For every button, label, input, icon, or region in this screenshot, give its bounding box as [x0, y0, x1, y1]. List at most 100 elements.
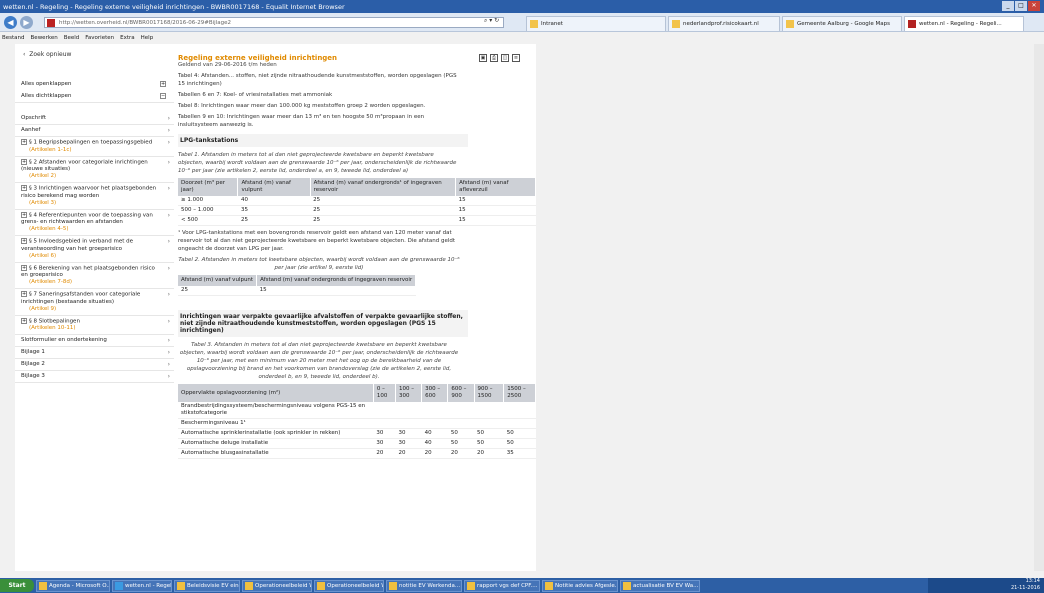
menu-help[interactable]: Help: [141, 35, 154, 41]
toc-item[interactable]: + § 4 Referentiepunten voor de toepassing…: [15, 210, 174, 236]
collapse-all-button[interactable]: Alles dichtklappen −: [15, 90, 174, 103]
taskbar-button[interactable]: Operationeelbeleid W...: [314, 579, 384, 592]
toc-item[interactable]: + § 7 Saneringsafstanden voor categoriale…: [15, 289, 174, 316]
table-cell: 40: [237, 196, 311, 206]
taskbar-button[interactable]: Agenda - Microsoft O...: [36, 579, 110, 592]
chevron-right-icon: ›: [167, 317, 170, 325]
plus-icon[interactable]: +: [21, 317, 27, 324]
table-cell: Automatische sprinklerinstallatie (ook s…: [178, 428, 374, 439]
table-cell: [395, 402, 422, 419]
tab-wetten[interactable]: wetten.nl - Regeling - Regeli...: [904, 16, 1024, 31]
expand-all-button[interactable]: Alles openklappen +: [15, 78, 174, 90]
download-icon[interactable]: ▣: [479, 54, 487, 62]
toc-item-articles[interactable]: (Artikelen 10-11): [21, 325, 160, 332]
forward-arrow-icon[interactable]: ▶: [20, 16, 33, 29]
toc-item[interactable]: + § 3 Inrichtingen waarvoor het plaatsgeb…: [15, 183, 174, 210]
table-cell: 25: [237, 215, 311, 226]
table-header-cell: 600 –900: [447, 384, 475, 402]
taskbar-button[interactable]: wetten.nl - Regelin...: [112, 579, 172, 592]
back-arrow-icon[interactable]: ◀: [4, 16, 17, 29]
window-controls: _ □ ✕: [1002, 1, 1040, 11]
toc-item-articles[interactable]: (Artikelen 4-5): [21, 226, 160, 233]
address-actions[interactable]: ⌕ ▾ ↻: [484, 17, 499, 25]
table-cell: 15: [455, 205, 536, 216]
plus-icon[interactable]: +: [21, 264, 27, 271]
close-button[interactable]: ✕: [1028, 1, 1040, 11]
plus-icon[interactable]: +: [21, 238, 27, 244]
plus-icon[interactable]: +: [21, 211, 27, 218]
toc-item[interactable]: Bijlage 3 ›: [15, 371, 174, 383]
back-label: Zoek opnieuw: [29, 51, 72, 58]
toc-item[interactable]: Bijlage 1 ›: [15, 347, 174, 359]
menu-bestand[interactable]: Bestand: [2, 35, 25, 41]
table-row: Automatische deluge installatie 30 30 40 50 5…: [178, 438, 536, 449]
document-tools: ▣ ⎙ ◫ ≡: [479, 54, 520, 62]
toc-item-articles[interactable]: (Artikel 2): [21, 173, 160, 180]
expand-all-label: Alles openklappen: [21, 81, 72, 87]
toc-item[interactable]: Bijlage 2 ›: [15, 359, 174, 371]
tab-label: wetten.nl - Regeling - Regeli...: [919, 21, 1002, 27]
toc-item-articles[interactable]: (Artikel 9): [21, 306, 160, 313]
maximize-button[interactable]: □: [1015, 1, 1027, 11]
app-icon: [389, 581, 397, 590]
table-cell: 40: [421, 438, 448, 449]
taskbar-button[interactable]: Operationeelbeleid W...: [242, 579, 312, 592]
chevron-right-icon: ›: [167, 238, 170, 245]
tab-google-maps[interactable]: Gemeente Aalburg - Google Maps: [782, 16, 902, 31]
table-cell: Automatische blusgasinstallatie: [178, 448, 374, 459]
toc-item[interactable]: + § 8 Slotbepalingen (Artikelen 10-11) ›: [15, 316, 174, 335]
table-cell: [447, 402, 475, 419]
start-button[interactable]: Start: [0, 579, 34, 592]
menu-favorieten[interactable]: Favorieten: [85, 35, 114, 41]
toc-item-articles[interactable]: (Artikelen 7-8d): [21, 279, 160, 286]
compare-icon[interactable]: ◫: [501, 54, 509, 62]
toc-item-articles[interactable]: (Artikelen 1-1c): [21, 147, 160, 154]
taskbar-button[interactable]: Notitie advies Afgesle...: [542, 579, 618, 592]
app-icon: [245, 581, 253, 590]
taskbar-button[interactable]: notitie EV Werkenda...: [386, 579, 462, 592]
toc-item-label: Aanhef: [21, 127, 41, 133]
menu-beeld[interactable]: Beeld: [64, 35, 80, 41]
minimize-button[interactable]: _: [1002, 1, 1014, 11]
plus-icon[interactable]: +: [21, 291, 27, 297]
plus-icon[interactable]: +: [21, 185, 27, 191]
taskbar-button[interactable]: Beleidsvisie EV eindpr...: [174, 579, 240, 592]
toc-item[interactable]: Opschrift ›: [15, 113, 174, 125]
table-cell: [474, 402, 504, 419]
tab-intranet[interactable]: Intranet: [526, 16, 666, 31]
table-cell: Beschermingsniveau 1¹: [178, 418, 374, 429]
list-icon[interactable]: ≡: [512, 54, 520, 62]
address-input[interactable]: http://wetten.overheid.nl/BWBR0017168/20…: [44, 17, 504, 28]
table-cell: 40: [421, 428, 448, 439]
toc-item[interactable]: Aanhef ›: [15, 125, 174, 137]
validity-date: Geldend van 29-06-2016 t/m heden: [178, 62, 277, 68]
toc-item[interactable]: + § 5 Invloedsgebied in verband met de ve…: [15, 236, 174, 263]
print-icon[interactable]: ⎙: [490, 54, 498, 62]
toc-item[interactable]: + § 6 Berekening van het plaatsgebonden r…: [15, 263, 174, 289]
menu-bewerken[interactable]: Bewerken: [31, 35, 58, 41]
plus-icon[interactable]: +: [21, 139, 27, 145]
toc-item[interactable]: Slotformulier en ondertekening ›: [15, 335, 174, 347]
table-cell: 50: [447, 438, 475, 449]
folder-icon: [672, 20, 680, 28]
back-to-search-link[interactable]: ‹ Zoek opnieuw: [15, 44, 174, 62]
toc-item[interactable]: + § 2 Afstanden voor categoriale inrichti…: [15, 157, 174, 183]
taskbar-button[interactable]: rapport vgs def CPF....: [464, 579, 540, 592]
tab-risicokaart[interactable]: nederlandprof.risicokaart.nl: [668, 16, 780, 31]
section-heading: Inrichtingen waar verpakte gevaarlijke a…: [178, 310, 468, 337]
toc-item[interactable]: + § 1 Begripsbepalingen en toepassingsgeb…: [15, 137, 174, 157]
table-header-row: Oppervlakte opslagvoorziening (m²) 0 –100…: [178, 384, 536, 402]
plus-icon: +: [160, 81, 166, 87]
vertical-scrollbar[interactable]: [1034, 44, 1044, 571]
plus-icon[interactable]: +: [21, 158, 27, 165]
menu-extra[interactable]: Extra: [120, 35, 135, 41]
chevron-right-icon: ›: [167, 211, 170, 219]
tab-label: Gemeente Aalburg - Google Maps: [797, 21, 890, 27]
toc-item-articles[interactable]: (Artikel 6): [21, 253, 160, 260]
paragraph: Tabel 4: Afstanden... stoffen, niet zijn…: [178, 73, 457, 87]
table-cell: 15: [455, 196, 536, 206]
table-cell: 20: [421, 448, 448, 459]
taskbar-button[interactable]: actualisatie BV EV Wa...: [620, 579, 700, 592]
toc-item-articles[interactable]: (Artikel 3): [21, 200, 160, 207]
table-row: 25 15: [178, 286, 416, 296]
